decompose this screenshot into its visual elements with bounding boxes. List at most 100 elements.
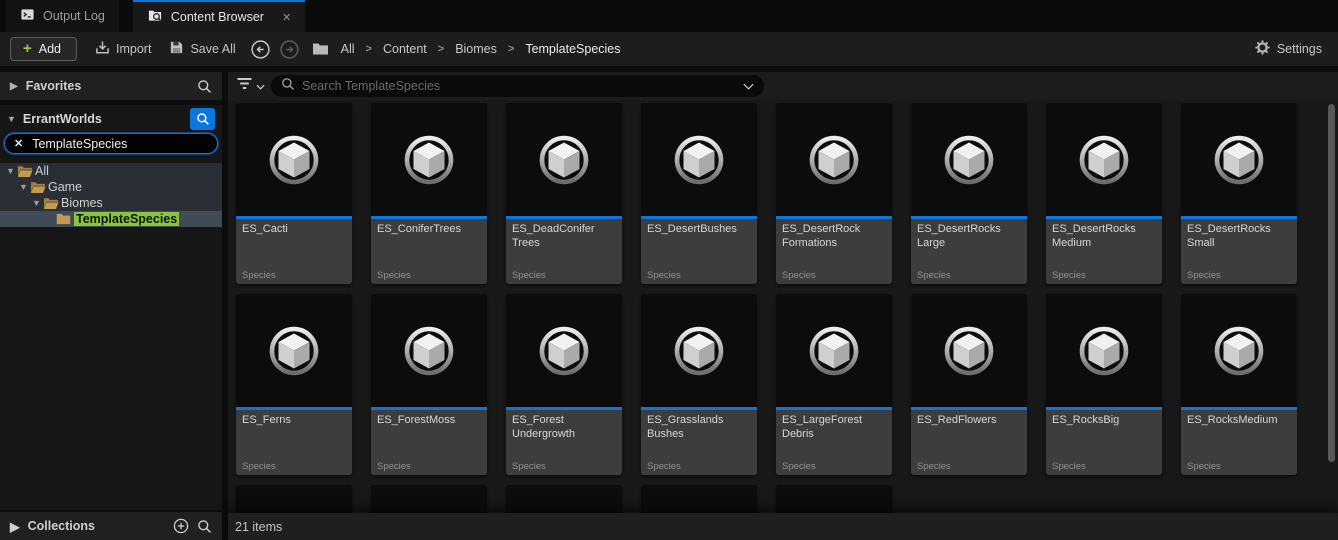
add-button[interactable]: + Add: [10, 37, 78, 61]
asset-cube-icon: [371, 103, 487, 216]
back-button[interactable]: [250, 39, 271, 60]
filter-bar: [228, 72, 1338, 100]
asset-cube-icon: [641, 485, 757, 513]
favorites-search-icon[interactable]: [197, 79, 212, 94]
search-history-chevron-icon[interactable]: [743, 77, 754, 95]
chevron-down-icon: [256, 77, 265, 95]
errantworlds-header[interactable]: ▼ ErrantWorlds: [0, 105, 222, 132]
asset-info: ES_DesertRocks Medium Species: [1046, 219, 1162, 284]
tree-item-game[interactable]: ▼ Game: [0, 179, 222, 195]
tab-label: Content Browser: [170, 10, 264, 24]
filters-button[interactable]: [237, 77, 265, 95]
save-all-label: Save All: [190, 42, 236, 56]
asset-tile[interactable]: ES_LargeForest Debris Species: [776, 294, 892, 475]
favorites-header[interactable]: ▶ Favorites: [0, 72, 222, 100]
breadcrumb-separator-icon: >: [437, 43, 445, 55]
tab-output-log[interactable]: Output Log: [6, 0, 119, 32]
asset-tile[interactable]: ES_RedFlowers Species: [911, 294, 1027, 475]
asset-cube-icon: [911, 103, 1027, 216]
tree-item-label: All: [35, 164, 49, 178]
settings-button[interactable]: Settings: [1255, 40, 1322, 58]
asset-tile[interactable]: ES_Cacti Species: [236, 103, 352, 284]
asset-name: ES_DeadConifer Trees: [512, 223, 595, 249]
collections-header[interactable]: ▶ Collections: [0, 510, 222, 540]
asset-cube-icon: [1046, 103, 1162, 216]
tree-item-label: TemplateSpecies: [74, 212, 180, 226]
asset-info: ES_DesertBushes Species: [641, 219, 757, 284]
path-filter-text: TemplateSpecies: [32, 136, 128, 151]
asset-type: Species: [917, 270, 951, 281]
collections-search-icon[interactable]: [197, 519, 212, 534]
vertical-scrollbar-thumb[interactable]: [1328, 104, 1335, 462]
asset-tile[interactable]: ES_DesertRocks Medium Species: [1046, 103, 1162, 284]
tree-item-label: Biomes: [61, 196, 103, 210]
asset-name: ES_Grasslands Bushes: [647, 414, 724, 440]
asset-search-input[interactable]: [302, 79, 736, 93]
asset-name: ES_DesertRocks Medium: [1052, 223, 1136, 249]
breadcrumb-item[interactable]: All: [337, 40, 359, 58]
asset-cube-icon: [1181, 294, 1297, 407]
asset-tile[interactable]: ES_ConiferTrees Species: [371, 103, 487, 284]
asset-tile[interactable]: ES_RocksBig Species: [1046, 294, 1162, 475]
breadcrumb-item[interactable]: Content: [379, 40, 431, 58]
add-collection-icon[interactable]: [173, 518, 189, 534]
asset-cube-icon: [641, 294, 757, 407]
asset-tile[interactable]: ES_DesertBushes Species: [641, 103, 757, 284]
asset-info: ES_DeadConifer Trees Species: [506, 219, 622, 284]
asset-type: Species: [647, 461, 681, 472]
asset-tile[interactable]: ES_Ferns Species: [236, 294, 352, 475]
asset-tile-partial[interactable]: [371, 485, 487, 513]
breadcrumb: All > Content > Biomes > TemplateSpecies: [337, 40, 625, 58]
asset-tile-partial[interactable]: [776, 485, 892, 513]
asset-tile[interactable]: ES_DeadConifer Trees Species: [506, 103, 622, 284]
path-filter-pill[interactable]: ✕ TemplateSpecies: [4, 133, 218, 154]
asset-name: ES_LargeForest Debris: [782, 414, 863, 440]
tree-item-biomes[interactable]: ▼ Biomes: [0, 195, 222, 211]
asset-search-box[interactable]: [271, 75, 764, 97]
asset-type: Species: [917, 461, 951, 472]
forward-button[interactable]: [279, 39, 300, 60]
asset-name: ES_Cacti: [242, 223, 288, 235]
breadcrumb-item[interactable]: Biomes: [451, 40, 501, 58]
asset-grid-area: ES_Cacti Species ES_ConiferTrees Species ES_…: [228, 100, 1338, 513]
asset-cube-icon: [911, 294, 1027, 407]
save-all-button[interactable]: Save All: [169, 40, 236, 58]
folder-icon: [312, 42, 329, 56]
asset-tile[interactable]: ES_DesertRock Formations Species: [776, 103, 892, 284]
asset-tile-partial[interactable]: [506, 485, 622, 513]
close-tab-icon[interactable]: ✕: [282, 11, 291, 24]
tree-item-all[interactable]: ▼ All: [0, 163, 222, 179]
clear-filter-icon[interactable]: ✕: [14, 137, 23, 150]
asset-name: ES_DesertRock Formations: [782, 223, 861, 249]
tab-bar: Output Log Content Browser ✕: [0, 0, 1338, 32]
asset-tile[interactable]: ES_Grasslands Bushes Species: [641, 294, 757, 475]
breadcrumb-item[interactable]: TemplateSpecies: [521, 40, 624, 58]
asset-grid: ES_Cacti Species ES_ConiferTrees Species ES_…: [228, 100, 1338, 513]
asset-name: ES_DesertRocks Large: [917, 223, 1001, 249]
asset-tile[interactable]: ES_DesertRocks Small Species: [1181, 103, 1297, 284]
toolbar: + Add Import Save All All > Content > Biomes…: [0, 32, 1338, 66]
tab-content-browser[interactable]: Content Browser ✕: [132, 0, 306, 32]
asset-info: ES_RocksBig Species: [1046, 410, 1162, 475]
tree-item-templatespecies[interactable]: TemplateSpecies: [0, 211, 222, 227]
expand-caret-icon[interactable]: ▼: [30, 198, 43, 208]
asset-type: Species: [242, 461, 276, 472]
add-label: Add: [38, 41, 62, 56]
status-bar: 21 items: [228, 513, 1338, 540]
asset-info: ES_Grasslands Bushes Species: [641, 410, 757, 475]
path-search-button[interactable]: [190, 107, 215, 130]
expand-caret-icon[interactable]: ▼: [17, 182, 30, 192]
asset-tile[interactable]: ES_Forest Undergrowth Species: [506, 294, 622, 475]
asset-tile[interactable]: ES_RocksMedium Species: [1181, 294, 1297, 475]
import-button[interactable]: Import: [95, 40, 151, 58]
asset-tile-partial[interactable]: [236, 485, 352, 513]
asset-tile[interactable]: ES_ForestMoss Species: [371, 294, 487, 475]
asset-type: Species: [782, 270, 816, 281]
asset-tile-partial[interactable]: [641, 485, 757, 513]
import-label: Import: [116, 42, 152, 56]
asset-tile[interactable]: ES_DesertRocks Large Species: [911, 103, 1027, 284]
asset-type: Species: [512, 461, 546, 472]
expand-caret-icon[interactable]: ▼: [4, 166, 17, 176]
folder-icon: [17, 165, 35, 178]
asset-cube-icon: [776, 294, 892, 407]
